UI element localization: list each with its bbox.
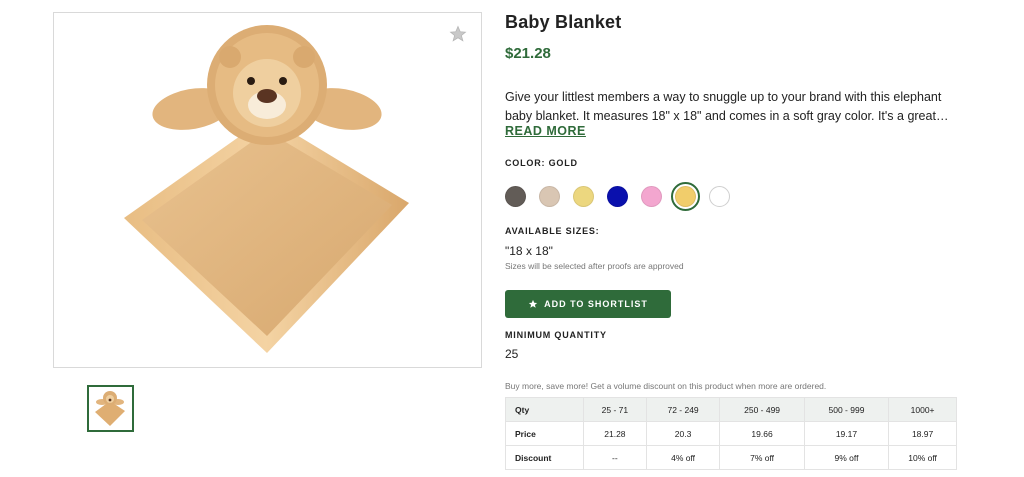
star-icon xyxy=(528,299,538,308)
read-more-link[interactable]: READ MORE xyxy=(505,124,586,138)
plush-lion-blanket-image xyxy=(124,25,409,353)
color-label: COLOR: GOLD xyxy=(505,158,578,168)
color-swatch-white[interactable] xyxy=(709,186,730,207)
table-cell: 20.3 xyxy=(645,421,721,446)
gallery-thumbnail[interactable] xyxy=(87,385,134,432)
color-swatch-tan[interactable] xyxy=(539,186,560,207)
size-value: "18 x 18" xyxy=(505,244,553,258)
table-cell: 7% off xyxy=(719,445,805,470)
minimum-quantity-value: 25 xyxy=(505,347,519,361)
color-swatch-gold[interactable] xyxy=(671,182,700,211)
available-sizes-label: AVAILABLE SIZES: xyxy=(505,226,600,236)
add-to-shortlist-label: ADD TO SHORTLIST xyxy=(544,299,648,309)
color-swatch-charcoal[interactable] xyxy=(505,186,526,207)
table-header-cell: Qty xyxy=(505,397,584,422)
table-cell: -- xyxy=(583,445,647,470)
product-price: $21.28 xyxy=(505,45,551,62)
table-header-cell: 250 - 499 xyxy=(719,397,805,422)
table-row: Discount -- 4% off 7% off 9% off 10% off xyxy=(505,445,957,470)
favorite-star-icon[interactable] xyxy=(449,25,467,43)
product-title: Baby Blanket xyxy=(505,12,622,32)
table-cell: 18.97 xyxy=(888,421,957,446)
table-header-cell: 500 - 999 xyxy=(803,397,890,422)
table-cell: 9% off xyxy=(803,445,890,470)
product-main-image xyxy=(53,12,482,368)
table-cell: Price xyxy=(505,421,584,446)
volume-pricing-table: Qty 25 - 71 72 - 249 250 - 499 500 - 999… xyxy=(505,397,957,470)
plush-lion-blanket-thumbnail-icon xyxy=(95,391,125,426)
table-cell: 21.28 xyxy=(583,421,647,446)
product-description: Give your littlest members a way to snug… xyxy=(505,90,942,123)
color-swatches xyxy=(505,182,743,211)
color-swatch-pink[interactable] xyxy=(641,186,662,207)
table-cell: 19.17 xyxy=(803,421,890,446)
table-cell: 19.66 xyxy=(719,421,805,446)
volume-discount-note: Buy more, save more! Get a volume discou… xyxy=(505,381,827,391)
table-cell: 10% off xyxy=(888,445,957,470)
table-row: Price 21.28 20.3 19.66 19.17 18.97 xyxy=(505,421,957,446)
table-cell: 4% off xyxy=(645,445,721,470)
table-header-row: Qty 25 - 71 72 - 249 250 - 499 500 - 999… xyxy=(505,397,957,422)
color-swatch-royal-blue[interactable] xyxy=(607,186,628,207)
table-header-cell: 72 - 249 xyxy=(645,397,721,422)
minimum-quantity-label: MINIMUM QUANTITY xyxy=(505,330,607,340)
color-swatch-yellow[interactable] xyxy=(573,186,594,207)
table-header-cell: 1000+ xyxy=(888,397,957,422)
table-cell: Discount xyxy=(505,445,584,470)
table-header-cell: 25 - 71 xyxy=(583,397,647,422)
size-note: Sizes will be selected after proofs are … xyxy=(505,261,684,271)
add-to-shortlist-button[interactable]: ADD TO SHORTLIST xyxy=(505,290,671,318)
